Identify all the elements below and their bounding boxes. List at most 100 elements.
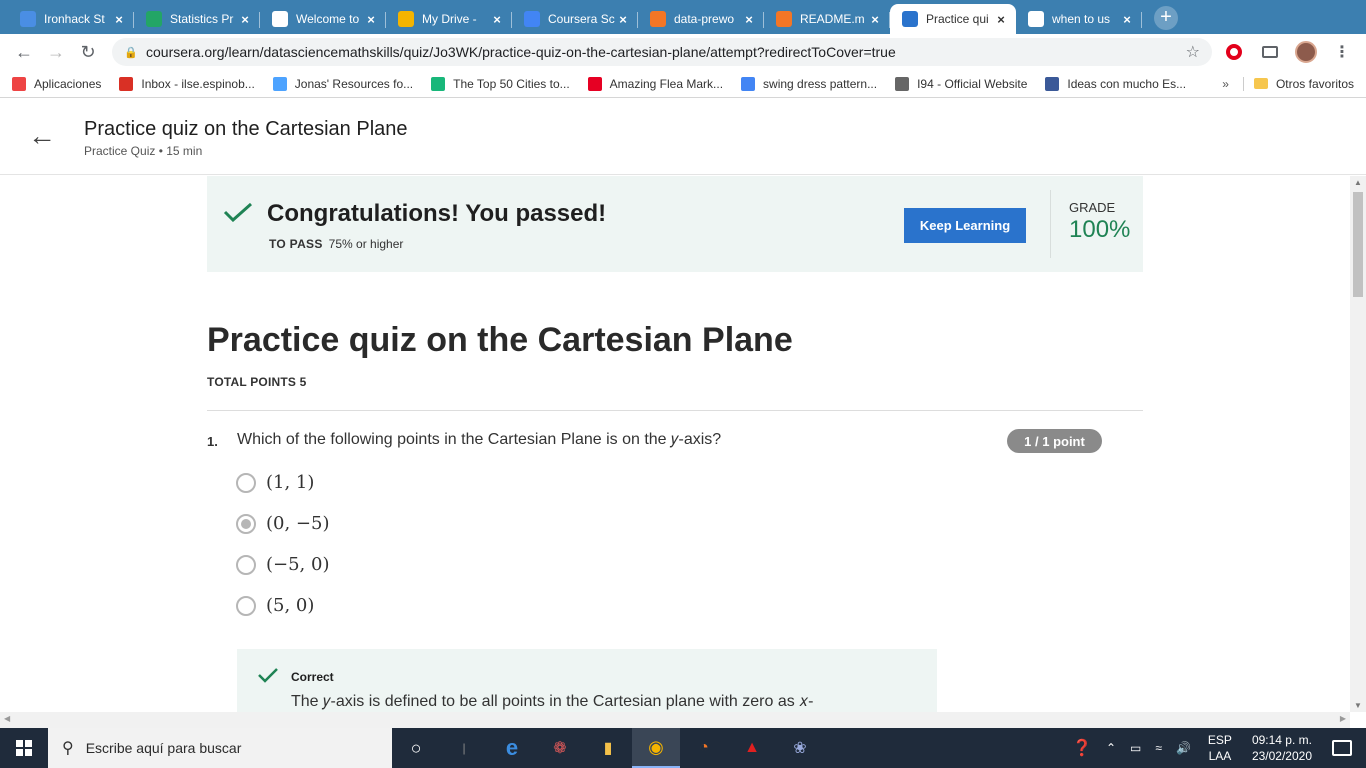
bookmark-item[interactable]: Ideas con mucho Es...	[1045, 76, 1187, 91]
radio-button[interactable]	[236, 595, 256, 616]
browser-tab[interactable]: when to us ×	[1016, 4, 1142, 34]
help-icon[interactable]: ❓	[1072, 738, 1092, 758]
bookmark-item[interactable]: Aplicaciones	[12, 76, 101, 91]
clock-time: 09:14 p. m.	[1251, 733, 1312, 747]
tab-close-icon[interactable]: ×	[238, 12, 252, 27]
start-button[interactable]	[0, 728, 48, 768]
back-button[interactable]: ←	[10, 38, 38, 66]
tab-favicon-icon	[20, 11, 36, 27]
horizontal-scrollbar[interactable]: ◀ ▶	[0, 712, 1350, 728]
to-pass-label: TO PASS	[269, 237, 323, 251]
course-item-header: ← Practice quiz on the Cartesian Plane P…	[0, 99, 1366, 175]
cortana-icon[interactable]: ○	[392, 728, 440, 768]
bookmark-label: Inbox - ilse.espinob...	[141, 76, 255, 91]
back-arrow-icon[interactable]: ←	[28, 122, 56, 151]
reload-button[interactable]: ↻	[74, 38, 102, 66]
answer-option[interactable]: (1, 1)	[236, 472, 314, 493]
main-content: Congratulations! You passed! TO PASS 75% …	[0, 176, 1350, 712]
file-explorer-icon[interactable]: ▮	[584, 728, 632, 768]
result-banner: Congratulations! You passed! TO PASS 75% …	[207, 176, 1143, 272]
bookmark-item[interactable]: Amazing Flea Mark...	[587, 76, 723, 91]
edge-icon[interactable]: e	[488, 728, 536, 768]
battery-icon[interactable]: ▭	[1130, 741, 1141, 755]
tab-close-icon[interactable]: ×	[1120, 12, 1134, 27]
browser-tab[interactable]: data-prewo ×	[638, 4, 764, 34]
gmail-icon	[119, 76, 134, 91]
scrollbar-thumb[interactable]	[1353, 192, 1363, 297]
bookmark-item[interactable]: I94 - Official Website	[895, 76, 1027, 91]
scroll-down-arrow-icon[interactable]: ▼	[1354, 701, 1362, 710]
browser-tab[interactable]: Practice qui ×	[890, 4, 1016, 34]
tab-close-icon[interactable]: ×	[868, 12, 882, 27]
keep-learning-button[interactable]: Keep Learning	[904, 208, 1026, 243]
option-label: (1, 1)	[266, 472, 315, 493]
browser-tab[interactable]: README.m ×	[764, 4, 890, 34]
tab-close-icon[interactable]: ×	[994, 12, 1008, 27]
system-tray: ❓ ⌃ ▭ ≈ 🔊 ESP LAA 09:14 p. m. 23/02/2020	[1065, 732, 1366, 764]
paint-icon[interactable]: ❁	[536, 728, 584, 768]
cast-icon[interactable]	[1256, 38, 1284, 66]
other-bookmarks-folder[interactable]: Otros favoritos	[1242, 76, 1354, 91]
browser-tab[interactable]: Welcome to ×	[260, 4, 386, 34]
browser-tab[interactable]: Statistics Pr ×	[134, 4, 260, 34]
tray-expand-icon[interactable]: ⌃	[1106, 741, 1116, 755]
acrobat-icon[interactable]: ▲	[728, 728, 776, 768]
paint-3d-icon[interactable]: ❀	[776, 728, 824, 768]
jupyter-icon[interactable]: ◔	[680, 728, 728, 768]
answer-option[interactable]: (5, 0)	[236, 595, 314, 616]
profile-avatar[interactable]	[1292, 38, 1320, 66]
vertical-scrollbar[interactable]: ▲ ▼	[1350, 176, 1366, 712]
apps-grid-icon	[12, 76, 26, 91]
browser-tab[interactable]: My Drive - ×	[386, 4, 512, 34]
bookmarks-overflow-button[interactable]: »	[1222, 77, 1229, 91]
bookmark-label: Ideas con mucho Es...	[1067, 76, 1187, 91]
tab-close-icon[interactable]: ×	[742, 12, 756, 27]
clock[interactable]: 09:14 p. m. 23/02/2020	[1252, 732, 1312, 764]
quiz-title: Practice quiz on the Cartesian Plane	[207, 321, 793, 359]
chrome-icon[interactable]: ◉	[632, 728, 680, 768]
scroll-left-arrow-icon[interactable]: ◀	[4, 714, 10, 723]
google-icon	[741, 76, 756, 91]
bookmark-item[interactable]: swing dress pattern...	[741, 76, 877, 91]
browser-tab[interactable]: Ironhack St ×	[8, 4, 134, 34]
bookmark-item[interactable]: Inbox - ilse.espinob...	[119, 76, 255, 91]
radio-button[interactable]	[236, 472, 256, 493]
tab-close-icon[interactable]: ×	[112, 12, 126, 27]
divider	[207, 410, 1143, 411]
tab-title: Welcome to	[296, 12, 360, 26]
language-indicator[interactable]: ESP LAA	[1208, 732, 1232, 764]
pinterest-icon	[587, 76, 602, 91]
radio-button[interactable]	[236, 554, 256, 575]
tab-close-icon[interactable]: ×	[490, 12, 504, 27]
bookmark-item[interactable]: Jonas' Resources fo...	[272, 76, 414, 91]
new-tab-button[interactable]: +	[1154, 6, 1178, 30]
bookmark-label: Jonas' Resources fo...	[294, 76, 414, 91]
volume-icon[interactable]: 🔊	[1176, 741, 1191, 755]
scroll-right-arrow-icon[interactable]: ▶	[1340, 714, 1346, 723]
notifications-icon[interactable]	[1332, 740, 1352, 756]
address-bar[interactable]: 🔒 coursera.org/learn/datasciencemathskil…	[112, 38, 1212, 66]
option-label: (−5, 0)	[266, 554, 330, 575]
tab-strip: Ironhack St × Statistics Pr × Welcome to × My …	[0, 0, 1366, 34]
bookmark-star-icon[interactable]: ☆	[1186, 42, 1200, 62]
tab-close-icon[interactable]: ×	[364, 12, 378, 27]
search-icon: ⚲	[62, 740, 74, 757]
facebook-icon	[1045, 76, 1060, 91]
taskbar-search[interactable]: ⚲ Escribe aquí para buscar	[48, 728, 392, 768]
wifi-icon[interactable]: ≈	[1155, 741, 1162, 755]
task-view-icon[interactable]: |	[440, 728, 488, 768]
opera-extension-icon[interactable]	[1220, 38, 1248, 66]
bookmark-item[interactable]: The Top 50 Cities to...	[431, 76, 570, 91]
answer-option[interactable]: (−5, 0)	[236, 554, 329, 575]
scroll-up-arrow-icon[interactable]: ▲	[1354, 178, 1362, 187]
flag-icon	[431, 76, 446, 91]
tab-title: README.m	[800, 12, 865, 26]
tab-title: Practice qui	[926, 12, 989, 26]
tab-close-icon[interactable]: ×	[616, 12, 630, 27]
chrome-menu-icon[interactable]: ⋮	[1328, 38, 1356, 66]
browser-tab[interactable]: Coursera Sc ×	[512, 4, 638, 34]
answer-option[interactable]: (0, −5)	[236, 513, 329, 534]
other-bookmarks-label: Otros favoritos	[1275, 76, 1354, 91]
forward-button[interactable]: →	[42, 38, 70, 66]
radio-button[interactable]	[236, 513, 256, 534]
